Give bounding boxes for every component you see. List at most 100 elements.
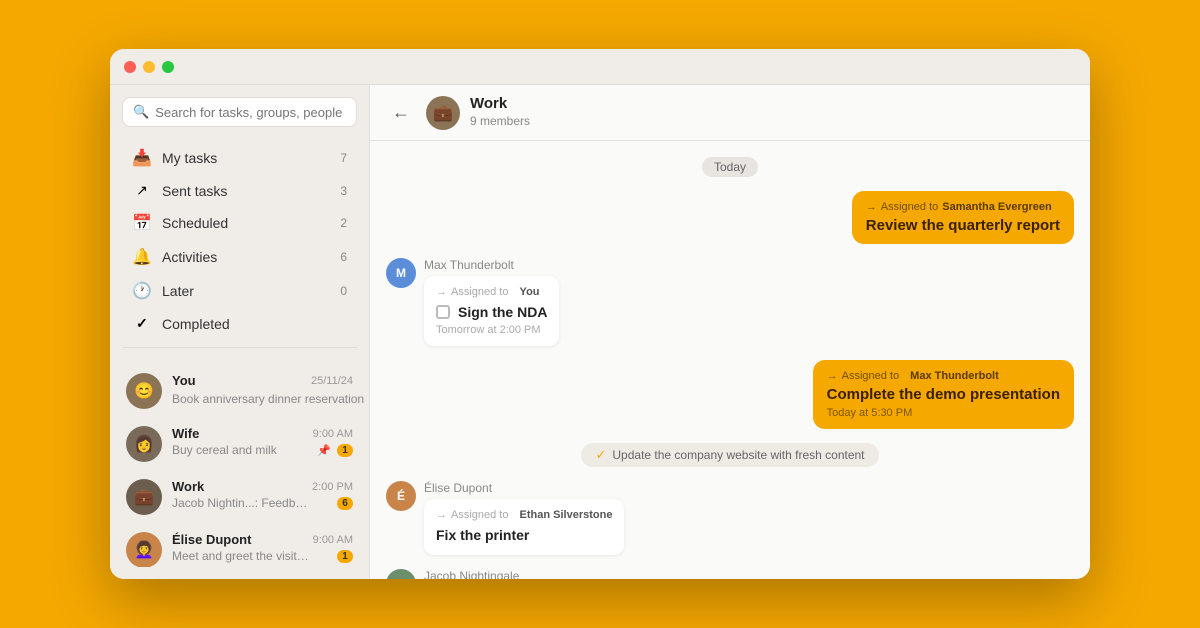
conv-name-wife: Wife [172, 426, 199, 441]
conv-item-work[interactable]: 💼 Work 2:00 PM Jacob Nightin...: Feedbac… [114, 471, 365, 523]
msg-row-fix-printer: É Élise Dupont → Assigned to Ethan Silve… [386, 481, 1074, 555]
bubble-demo: → Assigned to Max Thunderbolt Complete t… [813, 360, 1074, 429]
msg-row-sign-nda: M Max Thunderbolt → Assigned to You Sign… [386, 258, 1074, 346]
assignee-fix-printer: Ethan Silverstone [520, 509, 613, 521]
conv-info-wife: Wife 9:00 AM Buy cereal and milk 📌 1 [172, 426, 353, 457]
nav-label-activities: Activities [162, 249, 330, 265]
nav-label-completed: Completed [162, 316, 347, 332]
badge-wife: 1 [337, 444, 353, 457]
nav-count-activities: 6 [340, 250, 347, 264]
nav-count-my-tasks: 7 [340, 151, 347, 165]
conv-time-wife: 9:00 AM [313, 428, 353, 440]
conv-item-elise[interactable]: 👩‍🦱 Élise Dupont 9:00 AM Meet and greet … [114, 524, 365, 567]
arrow-sign-nda: → [436, 286, 447, 298]
sidebar-item-my-tasks[interactable]: 📥 My tasks 7 [116, 142, 363, 174]
close-button[interactable] [124, 61, 136, 73]
conv-sub-you: Book anniversary dinner reservation [172, 392, 364, 406]
sidebar-item-later[interactable]: 🕐 Later 0 [116, 275, 363, 307]
back-button[interactable]: ← [386, 100, 416, 125]
conv-time-work: 2:00 PM [312, 481, 353, 493]
bell-icon: 🔔 [132, 247, 152, 267]
conv-name-elise: Élise Dupont [172, 532, 251, 547]
avatar-you: 😊 [126, 373, 162, 409]
minimize-button[interactable] [143, 61, 155, 73]
titlebar [110, 49, 1090, 85]
badge-work: 6 [337, 497, 353, 510]
inbox-icon: 📥 [132, 148, 152, 168]
conv-item-wife[interactable]: 👩 Wife 9:00 AM Buy cereal and milk 📌 1 [114, 418, 365, 470]
task-title-sign-nda: Sign the NDA [458, 304, 547, 320]
conv-name-work: Work [172, 479, 204, 494]
sidebar-item-scheduled[interactable]: 📅 Scheduled 2 [116, 207, 363, 239]
conv-meta-wife: 📌 1 [317, 444, 353, 457]
task-assigned-sign-nda: → Assigned to You [436, 286, 547, 298]
sidebar-divider [122, 347, 357, 348]
checkmark-icon: ✓ [132, 315, 152, 332]
avatar-elise: 👩‍🦱 [126, 532, 162, 567]
conv-info-you: You 25/11/24 Book anniversary dinner res… [172, 373, 353, 408]
chat-header-info: Work 9 members [470, 95, 530, 130]
date-divider: Today [386, 157, 1074, 177]
search-bar[interactable]: 🔍 [122, 97, 357, 127]
search-input[interactable] [155, 105, 346, 120]
pin-icon-wife: 📌 [317, 444, 331, 457]
main-content: ← 💼 Work 9 members Today [370, 85, 1090, 579]
assignee-review: Samantha Evergreen [942, 201, 1051, 213]
avatar-jacob: J [386, 569, 416, 579]
conv-info-elise: Élise Dupont 9:00 AM Meet and greet the … [172, 532, 353, 563]
task-title-review: Review the quarterly report [866, 217, 1060, 234]
sender-jacob: Jacob Nightingale [424, 569, 674, 579]
nav-label-later: Later [162, 283, 330, 299]
bubble-assigned-review: → Assigned to Samantha Evergreen [866, 201, 1060, 213]
nav-count-later: 0 [340, 284, 347, 298]
conv-sub-wife: Buy cereal and milk [172, 443, 277, 457]
avatar-work: 💼 [126, 479, 162, 515]
avatar-max: M [386, 258, 416, 288]
conv-time-elise: 9:00 AM [313, 534, 353, 546]
group-avatar: 💼 [426, 96, 460, 130]
sidebar-item-activities[interactable]: 🔔 Activities 6 [116, 241, 363, 273]
msg-col-feedback: Jacob Nightingale → Assigned to You Feed… [424, 569, 674, 579]
nav-count-scheduled: 2 [340, 216, 347, 230]
bubble-assigned-demo: → Assigned to Max Thunderbolt [827, 370, 1060, 382]
avatar-elise-chat: É [386, 481, 416, 511]
conv-name-you: You [172, 373, 196, 388]
assigned-prefix-review: Assigned to [881, 201, 938, 213]
task-time-demo: Today at 5:30 PM [827, 407, 1060, 419]
date-label: Today [702, 157, 758, 177]
msg-row-feedback: J Jacob Nightingale → Assigned to You Fe… [386, 569, 1074, 579]
app-window: 🔍 📥 My tasks 7 ↗ Sent tasks 3 📅 Schedule… [110, 49, 1090, 579]
sent-icon: ↗ [132, 182, 152, 199]
chat-body[interactable]: Today → Assigned to Samantha Evergreen R… [370, 141, 1090, 579]
clock-icon: 🕐 [132, 281, 152, 301]
maximize-button[interactable] [162, 61, 174, 73]
conv-info-work: Work 2:00 PM Jacob Nightin...: Feedback … [172, 479, 353, 510]
nav-label-scheduled: Scheduled [162, 215, 330, 231]
msg-row-review: → Assigned to Samantha Evergreen Review … [386, 191, 1074, 244]
sidebar-item-completed[interactable]: ✓ Completed [116, 309, 363, 338]
sidebar-item-sent-tasks[interactable]: ↗ Sent tasks 3 [116, 176, 363, 205]
nav-count-sent-tasks: 3 [340, 184, 347, 198]
msg-col-sign-nda: Max Thunderbolt → Assigned to You Sign t… [424, 258, 559, 346]
chat-group-members: 9 members [470, 114, 530, 128]
sidebar: 🔍 📥 My tasks 7 ↗ Sent tasks 3 📅 Schedule… [110, 85, 370, 579]
task-checkbox-sign-nda[interactable] [436, 305, 450, 319]
msg-col-fix-printer: Élise Dupont → Assigned to Ethan Silvers… [424, 481, 624, 555]
sender-elise: Élise Dupont [424, 481, 624, 495]
conv-sub-elise: Meet and greet the visitors [172, 549, 312, 563]
task-card-sign-nda: → Assigned to You Sign the NDA Tomorrow … [424, 276, 559, 346]
task-title-row-fix-printer: Fix the printer [436, 527, 612, 543]
completed-pill: ✓ Update the company website with fresh … [581, 443, 878, 467]
chat-header: ← 💼 Work 9 members [370, 85, 1090, 141]
assignee-sign-nda: You [520, 286, 540, 298]
conv-item-you[interactable]: 😊 You 25/11/24 Book anniversary dinner r… [114, 365, 365, 417]
nav-label-my-tasks: My tasks [162, 150, 330, 166]
check-icon-completed: ✓ [595, 447, 606, 463]
task-title-demo: Complete the demo presentation [827, 386, 1060, 403]
sender-max: Max Thunderbolt [424, 258, 559, 272]
nav-label-sent-tasks: Sent tasks [162, 183, 330, 199]
arrow-icon-demo: → [827, 370, 838, 382]
completed-task-row: ✓ Update the company website with fresh … [386, 443, 1074, 467]
calendar-icon: 📅 [132, 213, 152, 233]
bubble-review: → Assigned to Samantha Evergreen Review … [852, 191, 1074, 244]
